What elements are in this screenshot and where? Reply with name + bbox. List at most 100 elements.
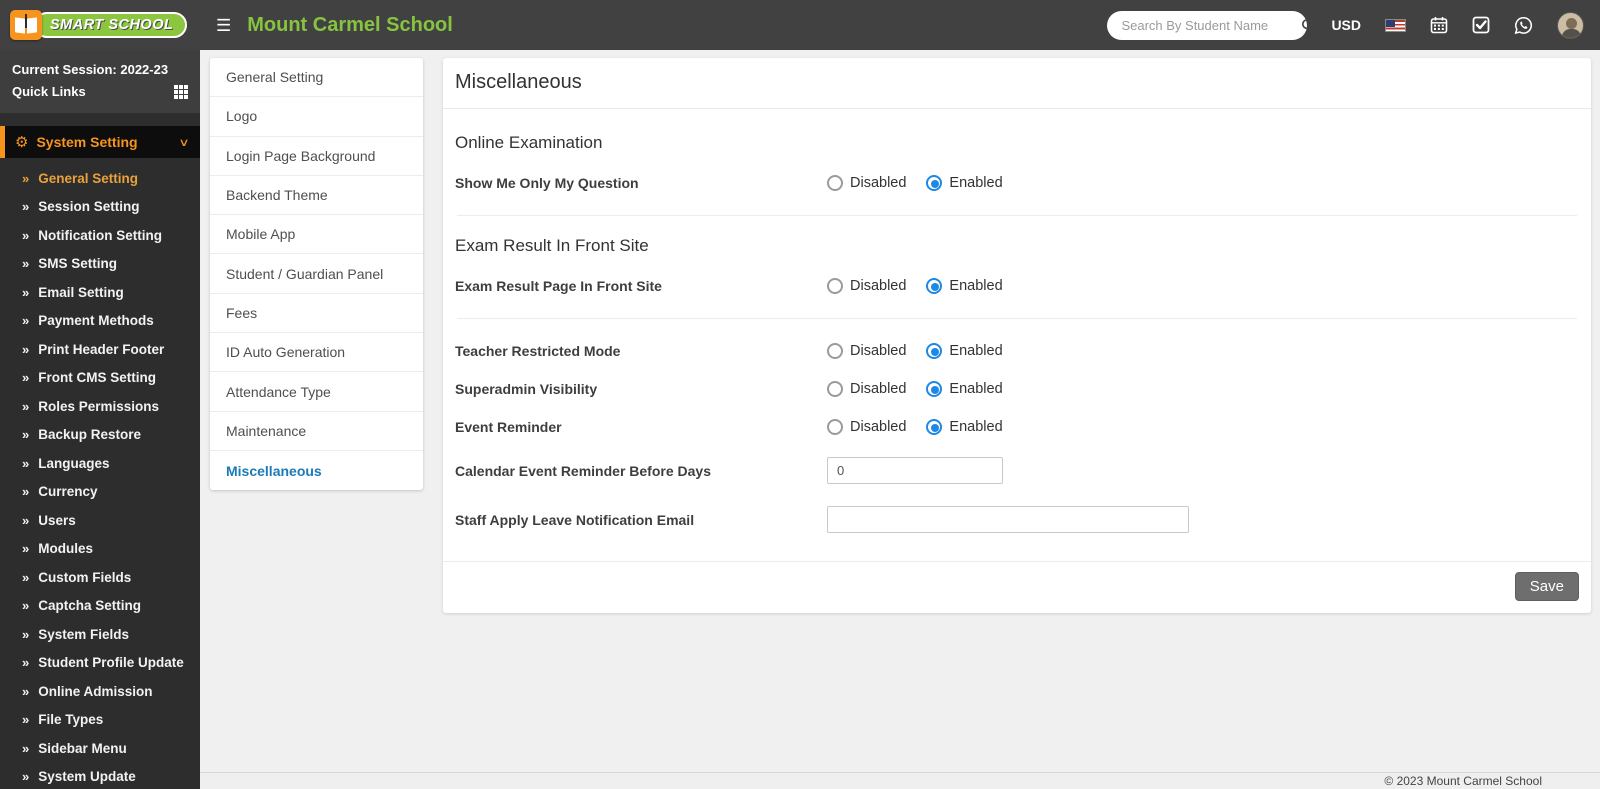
search-icon[interactable] — [1301, 11, 1307, 40]
page-title-school-name: Mount Carmel School — [247, 14, 453, 37]
radio-option-disabled[interactable]: Disabled — [827, 419, 906, 435]
field-label: Calendar Event Reminder Before Days — [455, 463, 827, 479]
currency-selector[interactable]: USD — [1331, 17, 1361, 33]
sidebar-item-system-setting[interactable]: ⚙ System Setting ∨ — [0, 126, 200, 158]
sidebar-item-modules[interactable]: »Modules — [0, 535, 200, 564]
radio-icon[interactable] — [827, 278, 843, 294]
radio-icon-checked[interactable] — [926, 278, 942, 294]
sidebar-item-label: Users — [38, 513, 76, 528]
sidebar-item-users[interactable]: »Users — [0, 506, 200, 535]
sidebar-item-label: Languages — [38, 456, 109, 471]
radio-option-enabled[interactable]: Enabled — [926, 175, 1002, 191]
radio-icon-checked[interactable] — [926, 343, 942, 359]
sidebar-item-system-fields[interactable]: »System Fields — [0, 620, 200, 649]
radio-option-enabled[interactable]: Enabled — [926, 419, 1002, 435]
form-row-event-reminder: Event Reminder Disabled Enabled — [455, 419, 1579, 435]
sidebar-item-general-setting[interactable]: » General Setting — [0, 164, 200, 193]
student-search[interactable] — [1107, 11, 1307, 40]
radio-option-enabled[interactable]: Enabled — [926, 343, 1002, 359]
radio-option-enabled[interactable]: Enabled — [926, 381, 1002, 397]
sidebar-item-student-profile-update[interactable]: »Student Profile Update — [0, 649, 200, 678]
sidebar-item-currency[interactable]: »Currency — [0, 478, 200, 507]
radio-label: Enabled — [949, 175, 1002, 191]
subnav-item-general-setting[interactable]: General Setting — [210, 58, 423, 97]
sidebar-item-system-update[interactable]: » System Update — [0, 763, 200, 789]
chevron-right-icon: » — [22, 769, 29, 784]
sidebar-item-label: Backup Restore — [38, 427, 141, 442]
user-avatar[interactable] — [1557, 12, 1584, 39]
task-check-icon[interactable] — [1472, 16, 1490, 34]
sidebar-item-notification-setting[interactable]: »Notification Setting — [0, 221, 200, 250]
sidebar-item-payment-methods[interactable]: » Payment Methods — [0, 307, 200, 336]
field-label: Show Me Only My Question — [455, 175, 827, 191]
language-flag-icon[interactable] — [1385, 19, 1406, 32]
sidebar-item-label: Email Setting — [38, 285, 124, 300]
subnav-item-logo[interactable]: Logo — [210, 97, 423, 136]
radio-icon-checked[interactable] — [926, 419, 942, 435]
hamburger-menu-icon[interactable]: ☰ — [216, 17, 231, 34]
sidebar-item-sidebar-menu[interactable]: »Sidebar Menu — [0, 734, 200, 763]
chevron-right-icon: » — [22, 313, 29, 328]
sidebar-item-label: SMS Setting — [38, 256, 117, 271]
radio-option-disabled[interactable]: Disabled — [827, 343, 906, 359]
sidebar-item-label: General Setting — [38, 171, 138, 186]
section-divider — [457, 215, 1577, 216]
sidebar-item-label: System Update — [38, 769, 136, 784]
subnav-item-student-guardian-panel[interactable]: Student / Guardian Panel — [210, 254, 423, 293]
sidebar-item-label: Session Setting — [38, 199, 139, 214]
radio-option-enabled[interactable]: Enabled — [926, 278, 1002, 294]
sidebar-item-session-setting[interactable]: » Session Setting — [0, 193, 200, 222]
subnav-item-id-auto-generation[interactable]: ID Auto Generation — [210, 333, 423, 372]
sidebar-item-print-header-footer[interactable]: »Print Header Footer — [0, 335, 200, 364]
sidebar-item-front-cms-setting[interactable]: »Front CMS Setting — [0, 364, 200, 393]
radio-option-disabled[interactable]: Disabled — [827, 278, 906, 294]
form-row-exam-result-page: Exam Result Page In Front Site Disabled … — [455, 278, 1579, 294]
sidebar-item-sms-setting[interactable]: »SMS Setting — [0, 250, 200, 279]
sidebar-item-languages[interactable]: »Languages — [0, 449, 200, 478]
calendar-icon[interactable] — [1430, 16, 1448, 34]
brand-name: SMART SCHOOL — [34, 12, 187, 38]
chevron-right-icon: » — [22, 171, 29, 186]
header-actions: USD — [1107, 11, 1600, 40]
quick-links-grid-icon[interactable] — [174, 85, 188, 99]
sidebar-item-email-setting[interactable]: »Email Setting — [0, 278, 200, 307]
radio-option-disabled[interactable]: Disabled — [827, 381, 906, 397]
radio-icon[interactable] — [827, 343, 843, 359]
chevron-right-icon: » — [22, 199, 29, 214]
radio-option-disabled[interactable]: Disabled — [827, 175, 906, 191]
radio-icon[interactable] — [827, 175, 843, 191]
radio-icon-checked[interactable] — [926, 381, 942, 397]
radio-label: Disabled — [850, 175, 906, 191]
sidebar-item-custom-fields[interactable]: »Custom Fields — [0, 563, 200, 592]
settings-subnav: General Setting Logo Login Page Backgrou… — [210, 58, 423, 490]
radio-icon[interactable] — [827, 419, 843, 435]
form-row-calendar-event-reminder: Calendar Event Reminder Before Days — [455, 457, 1579, 484]
subnav-item-login-page-background[interactable]: Login Page Background — [210, 137, 423, 176]
sidebar-item-label: Front CMS Setting — [38, 370, 156, 385]
subnav-item-miscellaneous[interactable]: Miscellaneous — [210, 451, 423, 490]
whatsapp-icon[interactable] — [1514, 16, 1533, 35]
sidebar-item-online-admission[interactable]: »Online Admission — [0, 677, 200, 706]
radio-label: Enabled — [949, 419, 1002, 435]
sidebar-item-backup-restore[interactable]: »Backup Restore — [0, 421, 200, 450]
subnav-item-attendance-type[interactable]: Attendance Type — [210, 372, 423, 411]
subnav-item-backend-theme[interactable]: Backend Theme — [210, 176, 423, 215]
subnav-item-fees[interactable]: Fees — [210, 294, 423, 333]
radio-icon[interactable] — [827, 381, 843, 397]
app-logo[interactable]: SMART SCHOOL — [0, 0, 200, 50]
radio-group: Disabled Enabled — [827, 343, 1003, 359]
staff-leave-notification-email-input[interactable] — [827, 506, 1189, 533]
sidebar-item-label: Payment Methods — [38, 313, 154, 328]
miscellaneous-settings-card: Miscellaneous Online Examination Show Me… — [443, 58, 1591, 613]
subnav-item-maintenance[interactable]: Maintenance — [210, 412, 423, 451]
subnav-item-mobile-app[interactable]: Mobile App — [210, 215, 423, 254]
calendar-reminder-days-input[interactable] — [827, 457, 1003, 484]
sidebar-item-label: Roles Permissions — [38, 399, 159, 414]
radio-icon-checked[interactable] — [926, 175, 942, 191]
save-button[interactable]: Save — [1515, 572, 1579, 601]
sidebar-item-captcha-setting[interactable]: »Captcha Setting — [0, 592, 200, 621]
search-input[interactable] — [1107, 18, 1301, 33]
sidebar-item-roles-permissions[interactable]: » Roles Permissions — [0, 392, 200, 421]
sidebar-item-file-types[interactable]: »File Types — [0, 706, 200, 735]
chevron-right-icon: » — [22, 399, 29, 414]
